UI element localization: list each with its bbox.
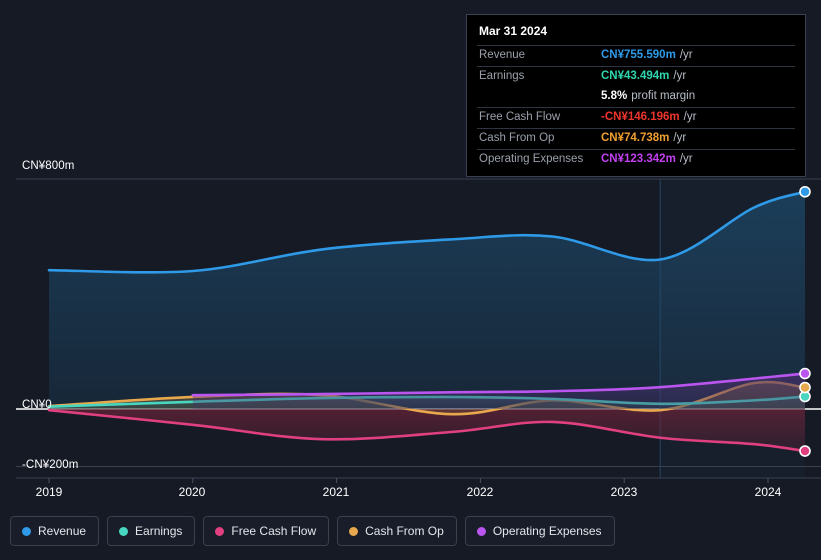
legend-item-revenue[interactable]: Revenue: [10, 516, 100, 546]
tooltip-date: Mar 31 2024: [479, 24, 548, 38]
chart-legend: Revenue Earnings Free Cash Flow Cash Fro…: [10, 516, 615, 546]
legend-dot-icon-earnings: [119, 526, 129, 536]
tooltip-key-revenue: Revenue: [479, 48, 526, 61]
tooltip-key-operating-expenses: Operating Expenses: [479, 152, 584, 165]
tooltip-unit-earnings: /yr: [673, 69, 687, 82]
legend-label-operating-expenses: Operating Expenses: [492, 524, 602, 538]
tooltip-unit-free-cash-flow: /yr: [683, 110, 697, 123]
endpoint-marker-revenue: [799, 185, 811, 198]
legend-item-free-cash-flow[interactable]: Free Cash Flow: [203, 516, 330, 546]
tooltip-label-profit-margin: profit margin: [631, 89, 696, 102]
tooltip-row-operating-expenses: Operating Expenses CN¥123.342m /yr: [477, 149, 795, 170]
data-tooltip: Mar 31 2024 Revenue CN¥755.590m /yr Earn…: [466, 14, 806, 177]
tooltip-unit-operating-expenses: /yr: [679, 152, 693, 165]
y-axis-label-800m: CN¥800m: [22, 160, 75, 172]
tooltip-row-profit-margin: 5.8% profit margin: [477, 87, 795, 107]
x-axis-label-2024: 2024: [754, 485, 782, 499]
tooltip-row-earnings: Earnings CN¥43.494m /yr: [477, 66, 795, 87]
legend-dot-icon-operating-expenses: [476, 526, 486, 536]
x-axis-label-2023: 2023: [610, 485, 638, 499]
tooltip-key-free-cash-flow: Free Cash Flow: [479, 110, 561, 123]
x-axis-label-2022: 2022: [466, 485, 494, 499]
x-axis-label-2019: 2019: [35, 485, 63, 499]
tooltip-key-cash-from-op: Cash From Op: [479, 131, 555, 144]
legend-dot-icon-free-cash-flow: [215, 526, 225, 536]
legend-dot-icon-cash-from-op: [349, 526, 359, 536]
tooltip-row-cash-from-op: Cash From Op CN¥74.738m /yr: [477, 128, 795, 149]
legend-dot-icon-revenue: [22, 526, 31, 536]
tooltip-key-earnings: Earnings: [479, 69, 525, 82]
y-axis-label-zero: CN¥0: [22, 399, 52, 411]
tooltip-value-revenue: CN¥755.590m: [601, 48, 676, 61]
tooltip-value-cash-from-op: CN¥74.738m: [601, 131, 670, 144]
tooltip-row-revenue: Revenue CN¥755.590m /yr: [477, 45, 795, 66]
x-axis-label-2020: 2020: [178, 485, 206, 499]
legend-label-free-cash-flow: Free Cash Flow: [231, 524, 317, 538]
endpoint-marker-free-cash-flow: [799, 445, 811, 457]
legend-label-revenue: Revenue: [38, 524, 87, 538]
legend-item-cash-from-op[interactable]: Cash From Op: [337, 516, 457, 546]
financial-chart: CN¥800m CN¥0 -CN¥200m 2019 2020 2021 202…: [0, 0, 821, 560]
endpoint-marker-operating-expenses: [799, 367, 811, 380]
tooltip-value-earnings: CN¥43.494m: [601, 69, 670, 82]
legend-item-earnings[interactable]: Earnings: [107, 516, 196, 546]
tooltip-unit-revenue: /yr: [679, 48, 693, 61]
tooltip-row-free-cash-flow: Free Cash Flow -CN¥146.196m /yr: [477, 107, 795, 128]
tooltip-value-free-cash-flow: -CN¥146.196m: [601, 110, 680, 123]
legend-label-earnings: Earnings: [135, 524, 183, 538]
endpoint-marker-cash-from-op: [799, 381, 811, 394]
tooltip-value-operating-expenses: CN¥123.342m: [601, 152, 676, 165]
x-axis-label-2021: 2021: [322, 485, 350, 499]
legend-item-operating-expenses[interactable]: Operating Expenses: [464, 516, 615, 546]
tooltip-value-profit-margin: 5.8%: [601, 89, 628, 102]
tooltip-unit-cash-from-op: /yr: [673, 131, 687, 144]
y-axis-label-neg200m: -CN¥200m: [22, 459, 79, 471]
legend-label-cash-from-op: Cash From Op: [365, 524, 444, 538]
